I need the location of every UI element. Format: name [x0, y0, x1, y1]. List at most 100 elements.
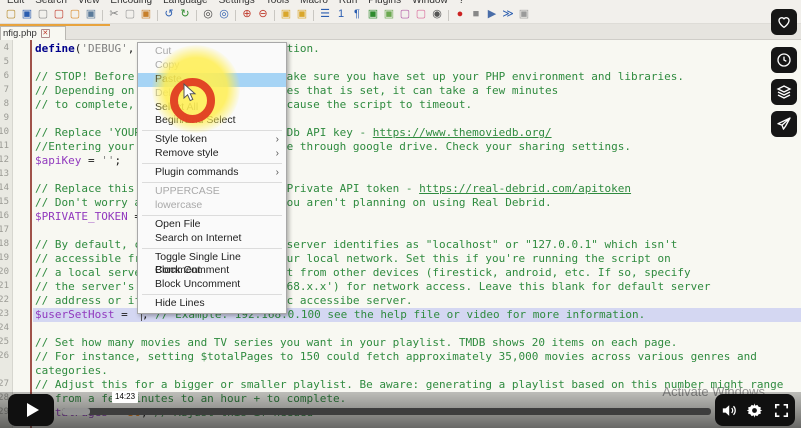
line-number: 10	[0, 126, 13, 140]
tab-config-php[interactable]: nfig.php ✕	[0, 26, 66, 40]
macro-stop-icon[interactable]: ■	[469, 8, 483, 22]
save-icon[interactable]: ▣	[20, 8, 34, 22]
share-button[interactable]	[771, 111, 797, 137]
code-line[interactable]: 20// a local serve t from other devices …	[0, 266, 801, 280]
document-map-icon[interactable]: ▣	[382, 8, 396, 22]
cut-icon[interactable]: ✂	[107, 8, 121, 22]
layers-button[interactable]	[771, 79, 797, 105]
menu-item[interactable]: Plugins	[368, 0, 401, 6]
submenu-arrow-icon: ›	[276, 147, 279, 161]
save-all-icon[interactable]: ▢	[36, 8, 50, 22]
menu-item[interactable]: Window	[412, 0, 448, 6]
line-number: 25	[0, 336, 13, 350]
sync-vertical-icon[interactable]: ▣	[279, 8, 293, 22]
show-all-characters-icon[interactable]: 1	[334, 8, 348, 22]
word-wrap-icon[interactable]: ☰	[318, 8, 332, 22]
code-text: $apiKey = '';	[35, 154, 121, 168]
context-menu-item[interactable]: Remove style ›	[138, 147, 286, 161]
context-menu-item[interactable]: Plugin commands›	[138, 166, 286, 180]
tab-close-icon[interactable]: ✕	[41, 29, 50, 38]
zoom-out-icon[interactable]: ⊖	[256, 8, 270, 22]
undo-icon[interactable]: ↺	[162, 8, 176, 22]
settings-gear-icon[interactable]	[746, 402, 763, 419]
macro-save-icon[interactable]: ▣	[517, 8, 531, 22]
close-icon[interactable]: ▢	[52, 8, 66, 22]
menu-item[interactable]: Run	[339, 0, 357, 6]
code-line[interactable]: 25// Set how many movies and TV series y…	[0, 336, 801, 350]
line-number	[0, 364, 13, 378]
code-editor[interactable]: 4define('DEBUG', tion.56// STOP! Before …	[0, 40, 801, 428]
menu-item[interactable]: Edit	[7, 0, 24, 6]
menu-item[interactable]: Search	[35, 0, 67, 6]
code-line[interactable]: 15// Don't worry a ou aren't planning on…	[0, 196, 801, 210]
code-line[interactable]: 19// accessible fr ur local network. Set…	[0, 252, 801, 266]
menu-item[interactable]: Settings	[219, 0, 255, 6]
replace-icon[interactable]: ◎	[217, 8, 231, 22]
macro-run-multiple-icon[interactable]: ≫	[501, 8, 515, 22]
seek-bar[interactable]	[62, 408, 711, 415]
code-line[interactable]: 9	[0, 112, 801, 126]
macro-play-icon[interactable]: ▶	[485, 8, 499, 22]
code-line[interactable]: 6// STOP! Before ake sure you have set u…	[0, 70, 801, 84]
favorite-button[interactable]	[771, 9, 797, 35]
context-menu-item[interactable]: Hide Lines	[138, 297, 286, 311]
line-number: 14	[0, 182, 13, 196]
context-menu-item[interactable]: Block Uncomment	[138, 278, 286, 292]
code-line[interactable]: 17	[0, 224, 801, 238]
menu-item[interactable]: Encoding	[110, 0, 152, 6]
print-icon[interactable]: ▣	[84, 8, 98, 22]
code-line[interactable]: 10// Replace 'YOUR Db API key - https://…	[0, 126, 801, 140]
code-line[interactable]: 21// the server's 68.x.x') for network a…	[0, 280, 801, 294]
context-menu-item-label: Style token	[155, 133, 207, 145]
code-line[interactable]: 8// to complete, cause the script to tim…	[0, 98, 801, 112]
context-menu-item[interactable]: Open File	[138, 218, 286, 232]
menu-item[interactable]: Language	[163, 0, 208, 6]
sync-horizontal-icon[interactable]: ▣	[295, 8, 309, 22]
paste-icon[interactable]: ▣	[139, 8, 153, 22]
folder-workspace-icon[interactable]: ▢	[414, 8, 428, 22]
redo-icon[interactable]: ↻	[178, 8, 192, 22]
close-all-icon[interactable]: ▢	[68, 8, 82, 22]
volume-icon[interactable]	[720, 402, 737, 419]
macro-record-icon[interactable]: ●	[453, 8, 467, 22]
code-line[interactable]: 26// For instance, setting $totalPages t…	[0, 350, 801, 364]
new-file-icon[interactable]: ▢	[4, 8, 18, 22]
context-menu-item-label: Hide Lines	[155, 297, 205, 309]
menu-item[interactable]: Tools	[266, 0, 289, 6]
code-line[interactable]: 4define('DEBUG', tion.	[0, 42, 801, 56]
zoom-in-icon[interactable]: ⊕	[240, 8, 254, 22]
line-number: 19	[0, 252, 13, 266]
code-line[interactable]: 23$userSetHost = '; // Example: 192.168.…	[0, 308, 801, 322]
find-icon[interactable]: ◎	[201, 8, 215, 22]
code-line[interactable]: 18// By default, c server identifies as …	[0, 238, 801, 252]
code-line[interactable]: 7// Depending on es that is set, it can …	[0, 84, 801, 98]
context-menu-item[interactable]: Search on Internet	[138, 232, 286, 246]
code-line[interactable]: 12$apiKey = '';	[0, 154, 801, 168]
code-line[interactable]: 11//Entering your e through google drive…	[0, 140, 801, 154]
toolbar-separator	[274, 10, 275, 21]
monitoring-icon[interactable]: ◉	[430, 8, 444, 22]
copy-icon[interactable]: ▢	[123, 8, 137, 22]
fullscreen-icon[interactable]	[773, 402, 790, 419]
context-menu-item[interactable]: Toggle Single Line Comment	[138, 251, 286, 265]
line-number: 15	[0, 196, 13, 210]
function-list-icon[interactable]: ▣	[366, 8, 380, 22]
line-number: 13	[0, 168, 13, 182]
code-line[interactable]: 22// address or if c accessibe server.	[0, 294, 801, 308]
history-button[interactable]	[771, 47, 797, 73]
document-list-icon[interactable]: ▢	[398, 8, 412, 22]
code-line[interactable]: 14// Replace this Private API token - ht…	[0, 182, 801, 196]
indent-guide-icon[interactable]: ¶	[350, 8, 364, 22]
code-line[interactable]: 13	[0, 168, 801, 182]
context-menu-item[interactable]: Style token›	[138, 133, 286, 147]
menu-item[interactable]: ?	[459, 0, 465, 6]
menu-item[interactable]: View	[78, 0, 100, 6]
menu-item[interactable]: Macro	[300, 0, 328, 6]
play-button[interactable]	[8, 394, 54, 426]
code-line[interactable]: categories.	[0, 364, 801, 378]
code-line[interactable]: 5	[0, 56, 801, 70]
context-menu-item-label: Remove style	[155, 147, 219, 159]
context-menu-item[interactable]: Block Comment	[138, 264, 286, 278]
code-line[interactable]: 16$PRIVATE_TOKEN =	[0, 210, 801, 224]
code-line[interactable]: 24	[0, 322, 801, 336]
